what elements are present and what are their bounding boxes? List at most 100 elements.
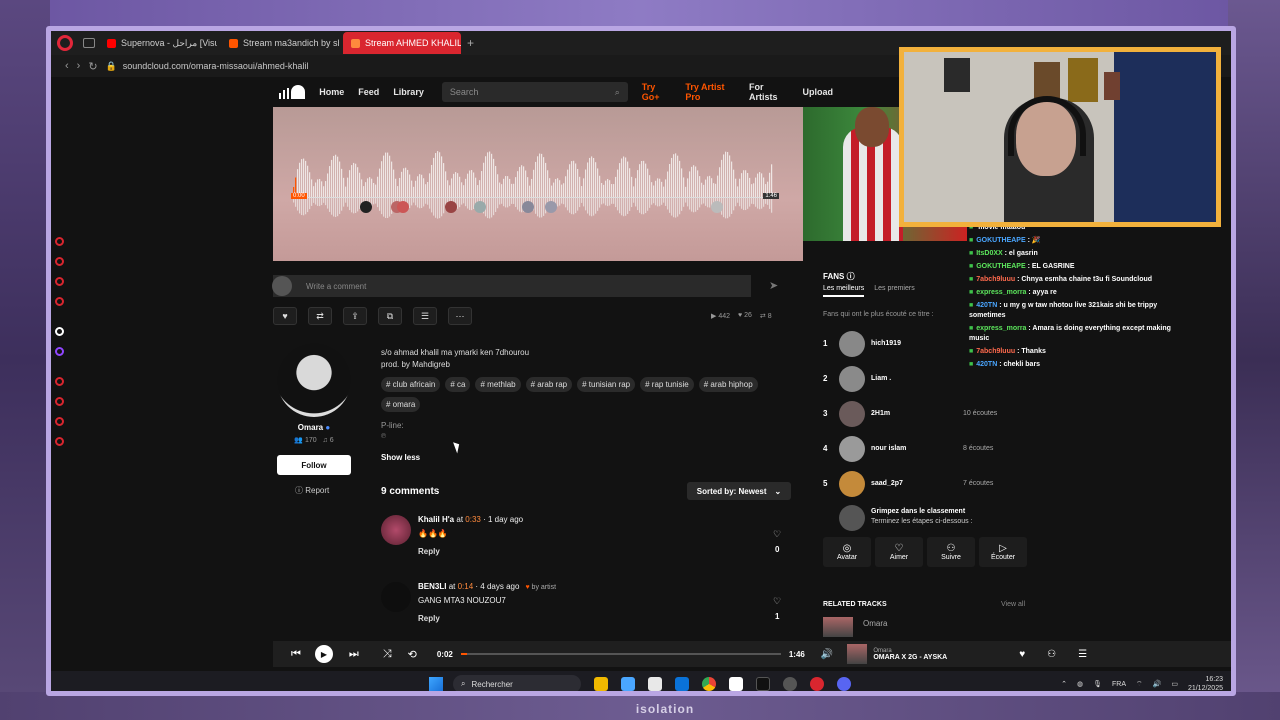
tag-chip[interactable]: # omara [381, 397, 421, 412]
search-icon[interactable]: ⌕ [615, 87, 620, 98]
waveform-comment-avatar[interactable] [522, 201, 534, 213]
comment-like-icon[interactable]: ♡ [773, 596, 781, 607]
sidebar-ai-icon[interactable] [55, 327, 64, 336]
tag-chip[interactable]: # arab hiphop [698, 377, 758, 392]
notion-icon[interactable] [729, 677, 743, 691]
chat-username[interactable]: ItsD0XX [976, 250, 1002, 257]
discord-icon[interactable] [837, 677, 851, 691]
taskbar-search[interactable]: ⌕ Rechercher [453, 675, 581, 691]
player-thumbnail[interactable] [847, 644, 868, 664]
back-icon[interactable]: ‹ [65, 60, 69, 72]
chat-username[interactable]: GOKUTHEAPE [976, 263, 1025, 270]
chat-username[interactable]: express_morra [976, 325, 1026, 332]
fan-row[interactable]: 5 saad_2p7 7 écoutes [823, 471, 1023, 499]
player-track-info[interactable]: Omara OMARA X 2G - AYSKA [873, 648, 947, 661]
next-icon[interactable]: ⏭ [349, 648, 359, 661]
waveform-comment-avatar[interactable] [545, 201, 557, 213]
nav-home[interactable]: Home [319, 87, 344, 97]
related-track-artist[interactable]: Omara [863, 619, 887, 628]
tag-chip[interactable]: # methlab [475, 377, 521, 392]
sort-dropdown[interactable]: Sorted by: Newest ⌄ [687, 482, 791, 500]
waveform-comment-avatar[interactable] [445, 201, 457, 213]
artist-avatar[interactable] [277, 343, 351, 417]
fan-name[interactable]: 2H1m [871, 410, 890, 417]
fan-avatar[interactable] [839, 436, 865, 462]
outlook-icon[interactable] [675, 677, 689, 691]
tag-chip[interactable]: # club africain [381, 377, 441, 392]
add-to-playlist-button[interactable]: ☰ [413, 307, 437, 325]
chrome-icon[interactable] [702, 677, 716, 691]
sidebar-extensions-icon[interactable] [55, 417, 64, 426]
search-input[interactable]: Search ⌕ [441, 82, 628, 102]
network-icon[interactable]: ◍ [1077, 680, 1083, 688]
fan-name[interactable]: Liam . [871, 375, 891, 382]
reply-button[interactable]: Reply [418, 614, 440, 623]
like-icon[interactable]: ♥ [1019, 649, 1025, 660]
chevron-up-icon[interactable]: ⌃ [1061, 680, 1067, 688]
upload-link[interactable]: Upload [803, 87, 834, 97]
comment-avatar[interactable] [381, 582, 411, 612]
fan-name[interactable]: nour islam [871, 445, 906, 452]
battery-icon[interactable]: ▭ [1171, 680, 1178, 688]
fan-name[interactable]: hich1919 [871, 340, 901, 347]
chat-username[interactable]: GOKUTHEAPE [976, 237, 1025, 244]
comment-avatar[interactable] [381, 515, 411, 545]
previous-icon[interactable]: ⏮ [291, 648, 301, 661]
sidebar-twitch-icon[interactable] [55, 347, 64, 356]
shuffle-icon[interactable]: ⤨ [383, 648, 392, 661]
follow-icon[interactable]: ⚇ [1047, 649, 1056, 660]
forward-icon[interactable]: › [77, 60, 81, 72]
tab-best-fans[interactable]: Les meilleurs [823, 285, 865, 297]
comment-timestamp[interactable]: 0:33 [465, 515, 481, 524]
opera-gx-icon[interactable] [810, 677, 824, 691]
speaker-icon[interactable]: 🔊 [1153, 680, 1162, 688]
url-field[interactable]: soundcloud.com/omara-missaoui/ahmed-khal… [123, 61, 309, 71]
follow-button[interactable]: Follow [277, 455, 351, 475]
language-indicator[interactable]: FRA [1112, 681, 1126, 688]
waveform-comment-avatar[interactable] [397, 201, 409, 213]
clock[interactable]: 16:23 21/12/2025 [1188, 675, 1223, 691]
tab-manager-icon[interactable] [83, 38, 95, 48]
tag-chip[interactable]: # rap tunisie [640, 377, 694, 392]
tab-ahmed-khalil[interactable]: Stream AHMED KHALIL b [343, 32, 461, 54]
try-go-plus-link[interactable]: Try Go+ [642, 82, 672, 102]
chat-username[interactable]: express_morra [976, 289, 1026, 296]
nav-library[interactable]: Library [393, 87, 424, 97]
tag-chip[interactable]: # ca [445, 377, 471, 392]
wifi-icon[interactable]: ⌔ [1136, 680, 1143, 689]
comment-user[interactable]: BEN3LI [418, 582, 446, 591]
progress-bar[interactable] [460, 653, 781, 655]
more-button[interactable]: ⋯ [448, 307, 472, 325]
waveform-comment-avatar[interactable] [474, 201, 486, 213]
copy-link-button[interactable]: ⧉ [378, 307, 402, 325]
comment-like-icon[interactable]: ♡ [773, 529, 781, 540]
fan-avatar[interactable] [839, 401, 865, 427]
volume-icon[interactable]: 🔊 [821, 649, 833, 660]
like-button[interactable]: ♥ [273, 307, 297, 325]
fan-avatar[interactable] [839, 331, 865, 357]
sidebar-settings-icon[interactable] [55, 437, 64, 446]
step-aimer[interactable]: ♡ Aimer [875, 537, 923, 567]
fan-avatar[interactable] [839, 471, 865, 497]
fan-row[interactable]: 3 2H1m 10 écoutes [823, 401, 1023, 429]
chat-username[interactable]: 7abch9luuu [976, 348, 1015, 355]
play-button[interactable]: ▶ [314, 645, 333, 663]
chat-username[interactable]: 420TN [976, 302, 997, 309]
sidebar-player-icon[interactable] [55, 377, 64, 386]
waveform[interactable] [273, 107, 803, 261]
waveform-comment-avatar[interactable] [360, 201, 372, 213]
sidebar-whatsapp-icon[interactable] [55, 257, 64, 266]
send-icon[interactable]: ➤ [769, 279, 783, 293]
steam-icon[interactable] [783, 677, 797, 691]
queue-icon[interactable]: ☰ [1078, 649, 1087, 660]
step-avatar[interactable]: ◎ Avatar [823, 537, 871, 567]
report-button[interactable]: ⓘ Report [295, 485, 329, 496]
browser-logo-icon[interactable] [57, 35, 73, 51]
file-explorer-icon[interactable] [594, 677, 608, 691]
tab-supernova[interactable]: Supernova - مراحل [Visual [99, 32, 217, 54]
sidebar-instagram-icon[interactable] [55, 277, 64, 286]
step-suivre[interactable]: ⚇ Suivre [927, 537, 975, 567]
repeat-icon[interactable]: ⟲ [408, 648, 417, 661]
reply-button[interactable]: Reply [418, 547, 440, 556]
fan-row[interactable]: 4 nour islam 8 écoutes [823, 436, 1023, 464]
